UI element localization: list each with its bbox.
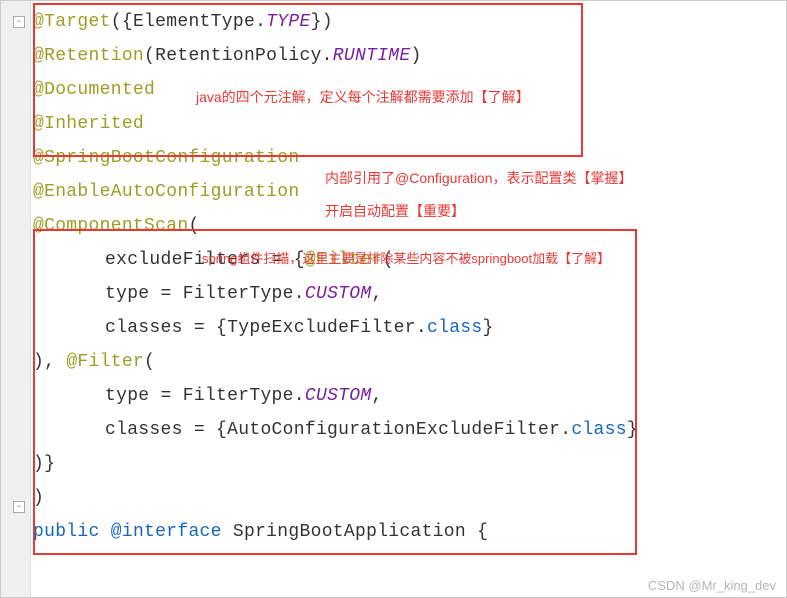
code-line: @Inherited — [33, 107, 781, 141]
watermark: CSDN @Mr_king_dev — [648, 578, 776, 593]
code-line: ), @Filter( — [33, 345, 781, 379]
code-line: public @interface SpringBootApplication … — [33, 515, 781, 549]
code-line: classes = {AutoConfigurationExcludeFilte… — [33, 413, 781, 447]
code-line: ) — [33, 481, 781, 515]
editor-gutter: − − — [1, 1, 31, 597]
annotation-note: 内部引用了@Configuration，表示配置类【掌握】 — [325, 168, 633, 188]
code-line: )} — [33, 447, 781, 481]
code-line: type = FilterType.CUSTOM, — [33, 379, 781, 413]
code-line: type = FilterType.CUSTOM, — [33, 277, 781, 311]
code-line: classes = {TypeExcludeFilter.class} — [33, 311, 781, 345]
fold-marker-icon[interactable]: − — [13, 16, 25, 28]
annotation-note: 开启自动配置【重要】 — [325, 201, 465, 221]
code-line: @Retention(RetentionPolicy.RUNTIME) — [33, 39, 781, 73]
annotation-note: spring组件扫描，这里主要是排除某些内容不被springboot加载【了解】 — [202, 248, 610, 267]
fold-marker-icon[interactable]: − — [13, 501, 25, 513]
code-line: @Target({ElementType.TYPE}) — [33, 5, 781, 39]
annotation-note: java的四个元注解，定义每个注解都需要添加【了解】 — [196, 87, 530, 107]
